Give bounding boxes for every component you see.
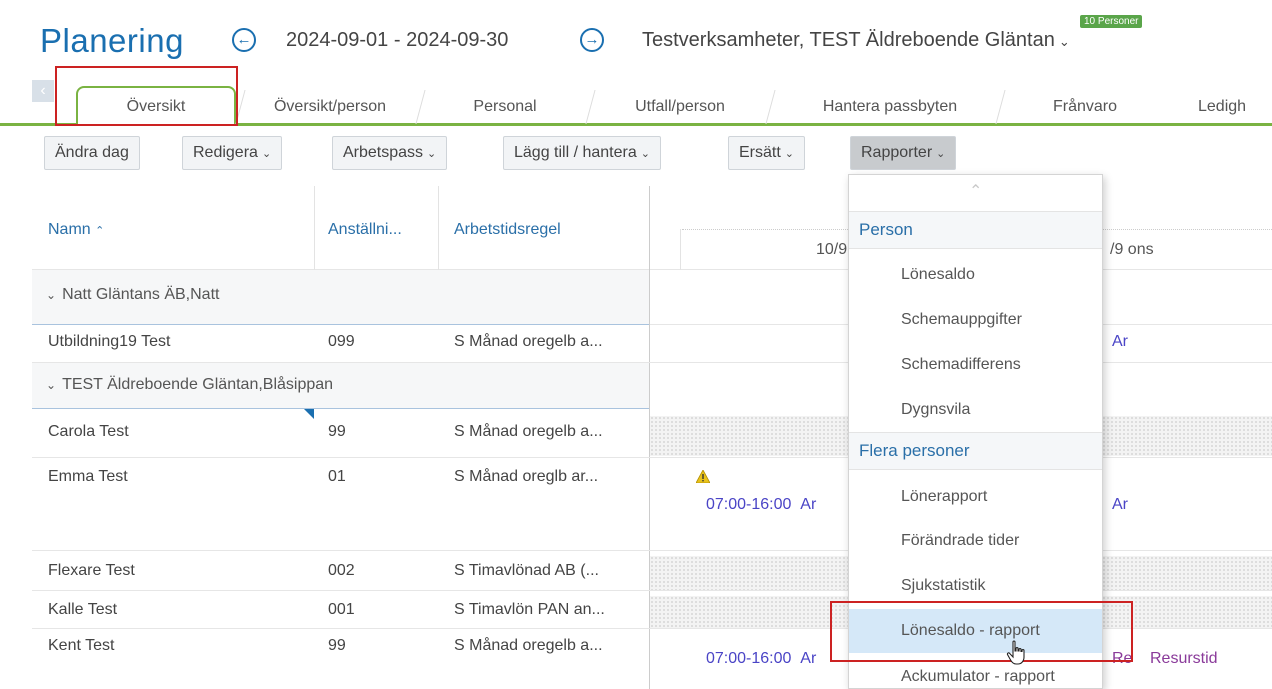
change-day-button[interactable]: Ändra dag bbox=[44, 136, 140, 170]
column-employment[interactable]: Anställni... bbox=[328, 221, 402, 239]
cell-name: Kent Test bbox=[48, 637, 115, 654]
menu-item-dygnsvila[interactable]: Dygnsvila bbox=[849, 388, 1102, 432]
divider bbox=[680, 229, 681, 270]
chevron-down-icon: ⌄ bbox=[640, 148, 650, 160]
cell-rule: S Månad oregelb a... bbox=[454, 423, 603, 440]
shifts-label: Arbetspass bbox=[343, 144, 424, 161]
shifts-button[interactable]: Arbetspass ⌄ bbox=[332, 136, 448, 170]
organization-selector[interactable]: Testverksamheter, TEST Äldreboende Glänt… bbox=[642, 29, 1070, 52]
menu-section-multi: Flera personer bbox=[849, 432, 1102, 470]
reports-label: Rapporter bbox=[861, 144, 933, 161]
tab-hantera-passbyten[interactable]: Hantera passbyten bbox=[780, 90, 1000, 124]
group-row[interactable]: ⌄ TEST Äldreboende Gläntan,Blåsippan bbox=[32, 363, 649, 409]
chevron-down-icon: ⌄ bbox=[46, 288, 57, 302]
cell-name: Carola Test bbox=[48, 423, 129, 440]
cell-employment: 01 bbox=[328, 468, 346, 485]
shift-code: Ar bbox=[800, 496, 817, 513]
circle-arrow-right-icon[interactable]: → bbox=[580, 28, 604, 52]
menu-section-person: Person bbox=[849, 211, 1102, 249]
change-day-label: Ändra dag bbox=[55, 144, 129, 161]
column-name-label: Namn bbox=[48, 221, 91, 238]
shift-entry[interactable]: 07:00-16:00 Ar bbox=[706, 496, 816, 514]
chevron-up-icon[interactable]: ⌃ bbox=[969, 181, 982, 201]
cell-rule: S Timavlön PAN an... bbox=[454, 601, 605, 618]
menu-item-schemadifferens[interactable]: Schemadifferens bbox=[849, 343, 1102, 387]
cell-day2[interactable]: Resurstid bbox=[1150, 650, 1218, 668]
chevron-down-icon: ⌄ bbox=[427, 148, 437, 160]
page-title: Planering bbox=[40, 22, 184, 59]
sort-up-icon: ⌃ bbox=[95, 225, 105, 237]
tab-personal[interactable]: Personal bbox=[430, 90, 580, 124]
edit-button[interactable]: Redigera ⌄ bbox=[182, 136, 283, 170]
replace-label: Ersätt bbox=[739, 144, 781, 161]
chevron-down-icon: ⌄ bbox=[784, 148, 795, 160]
corner-marker-icon bbox=[304, 409, 314, 419]
chevron-left-icon[interactable]: ‹ bbox=[32, 80, 54, 102]
circle-arrow-left-icon[interactable]: ← bbox=[232, 28, 256, 52]
group-row[interactable]: ⌄ Natt Gläntans ÄB,Natt bbox=[32, 270, 649, 325]
chevron-down-icon: ⌄ bbox=[46, 378, 57, 392]
cell-employment: 001 bbox=[328, 601, 355, 618]
group-label-text: Natt Gläntans ÄB,Natt bbox=[62, 286, 220, 303]
highlight-tab-box bbox=[55, 66, 238, 126]
group-label: ⌄ TEST Äldreboende Gläntan,Blåsippan bbox=[46, 376, 333, 394]
cell-employment: 99 bbox=[328, 637, 346, 654]
cell-rule: S Månad oregelb a... bbox=[454, 637, 603, 654]
tab-oversikt-person[interactable]: Översikt/person bbox=[250, 90, 410, 124]
cell-rule: S Månad oregelb a... bbox=[454, 333, 603, 350]
replace-button[interactable]: Ersätt ⌄ bbox=[728, 136, 806, 170]
shift-time: 07:00-16:00 bbox=[706, 650, 792, 667]
group-label-text: TEST Äldreboende Gläntan,Blåsippan bbox=[62, 376, 334, 393]
hand-cursor-icon bbox=[1006, 640, 1025, 665]
column-day-2: /9 ons bbox=[1110, 241, 1154, 258]
organization-label: Testverksamheter, TEST Äldreboende Glänt… bbox=[642, 29, 1055, 51]
add-manage-label: Lägg till / hantera bbox=[514, 144, 637, 161]
cell-employment: 99 bbox=[328, 423, 346, 440]
tab-ledighet[interactable]: Ledigh bbox=[1176, 90, 1272, 124]
edit-label: Redigera bbox=[193, 144, 258, 161]
cell-day2[interactable]: Ar bbox=[1112, 333, 1128, 351]
reports-button[interactable]: Rapporter ⌄ bbox=[850, 136, 957, 170]
chevron-down-icon: ⌄ bbox=[261, 148, 272, 160]
tab-franvaro[interactable]: Frånvaro bbox=[1010, 90, 1160, 124]
chevron-down-icon: ⌄ bbox=[1058, 34, 1070, 49]
tab-utfall-person[interactable]: Utfall/person bbox=[600, 90, 760, 124]
menu-item-lonesaldo[interactable]: Lönesaldo bbox=[849, 253, 1102, 297]
cell-name: Emma Test bbox=[48, 468, 128, 485]
group-label: ⌄ Natt Gläntans ÄB,Natt bbox=[46, 286, 219, 304]
divider bbox=[438, 186, 439, 270]
shift-entry[interactable]: 07:00-16:00 Ar bbox=[706, 650, 816, 668]
menu-item-lonerapport[interactable]: Lönerapport bbox=[849, 475, 1102, 519]
warning-icon bbox=[696, 470, 710, 483]
cell-name: Flexare Test bbox=[48, 562, 135, 579]
cell-rule: S Månad oreglb ar... bbox=[454, 468, 599, 485]
divider bbox=[314, 186, 315, 270]
menu-item-forandrade-tider[interactable]: Förändrade tider bbox=[849, 519, 1102, 563]
period-label: 2024-09-01 - 2024-09-30 bbox=[286, 29, 509, 51]
menu-item-schemauppgifter[interactable]: Schemauppgifter bbox=[849, 298, 1102, 342]
column-name[interactable]: Namn ⌃ bbox=[48, 221, 104, 239]
add-manage-button[interactable]: Lägg till / hantera ⌄ bbox=[503, 136, 661, 170]
shift-time: 07:00-16:00 bbox=[706, 496, 792, 513]
header: Planering ← 2024-09-01 - 2024-09-30 → Te… bbox=[0, 0, 1272, 70]
shift-code: Ar bbox=[800, 650, 817, 667]
cell-name: Kalle Test bbox=[48, 601, 118, 618]
cell-employment: 002 bbox=[328, 562, 355, 579]
cell-rule: S Timavlönad AB (... bbox=[454, 562, 599, 579]
persons-badge: 10 Personer bbox=[1080, 15, 1143, 28]
highlight-menu-box bbox=[830, 601, 1133, 662]
cell-day2[interactable]: Ar bbox=[1112, 496, 1128, 514]
cell-employment: 099 bbox=[328, 333, 355, 350]
cell-name: Utbildning19 Test bbox=[48, 333, 171, 350]
chevron-down-icon: ⌄ bbox=[936, 148, 946, 160]
column-rule[interactable]: Arbetstidsregel bbox=[454, 221, 561, 239]
